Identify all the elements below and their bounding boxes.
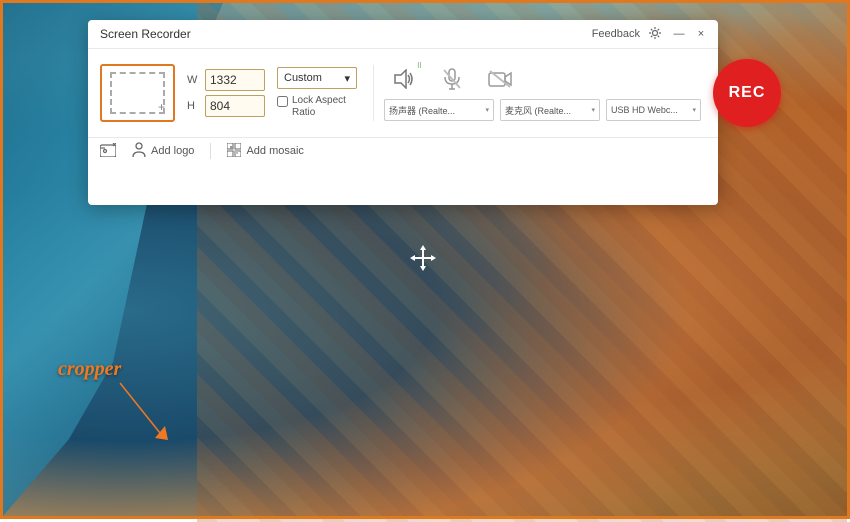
feedback-link[interactable]: Feedback <box>592 28 640 40</box>
screenshot-btn[interactable] <box>100 143 116 160</box>
add-logo-label: Add logo <box>151 145 194 157</box>
dimensions-section: W H <box>187 69 265 117</box>
speaker-active-dots: ⠿ <box>417 63 422 70</box>
title-bar-controls: Feedback — × <box>592 26 708 42</box>
add-mosaic-btn[interactable]: Add mosaic <box>227 143 303 160</box>
mosaic-icon <box>227 143 241 160</box>
width-input[interactable] <box>205 69 265 91</box>
move-cursor-icon <box>410 245 436 271</box>
camera-icon-btn[interactable] <box>486 65 514 93</box>
preset-dropdown-label: Custom <box>284 72 322 84</box>
add-logo-btn[interactable]: Add logo <box>132 142 194 160</box>
mic-dropdown-label: 麦克风 (Realte... <box>505 104 571 117</box>
lock-ratio-label: Lock Aspect Ratio <box>292 95 357 119</box>
dialog-title: Screen Recorder <box>100 27 191 41</box>
lock-ratio-checkbox[interactable] <box>277 96 288 107</box>
dialog-title-bar: Screen Recorder Feedback — × <box>88 20 718 49</box>
rec-button[interactable]: REC <box>713 59 781 127</box>
height-label: H <box>187 100 199 112</box>
av-icons-row: ⠿ <box>382 65 701 93</box>
crop-region-selector[interactable]: + <box>100 64 175 122</box>
speaker-icon-btn[interactable]: ⠿ <box>390 65 418 93</box>
speaker-dropdown-label: 扬声器 (Realte... <box>389 104 455 117</box>
width-label: W <box>187 74 199 86</box>
mic-icon-btn[interactable] <box>438 65 466 93</box>
camera-dropdown-label: USB HD Webc... <box>611 105 678 115</box>
av-dropdowns-row: 扬声器 (Realte... ▾ 麦克风 (Realte... ▾ USB HD… <box>382 99 701 121</box>
cropper-arrow <box>110 378 170 448</box>
height-input[interactable] <box>205 95 265 117</box>
lock-ratio-row: Lock Aspect Ratio <box>277 95 357 119</box>
mic-chevron-icon: ▾ <box>591 106 595 114</box>
screenshot-icon <box>100 143 116 160</box>
mic-dropdown[interactable]: 麦克风 (Realte... ▾ <box>500 99 600 121</box>
preset-section: Custom ▾ Lock Aspect Ratio <box>277 67 357 119</box>
speaker-chevron-icon: ▾ <box>485 106 489 114</box>
minimize-button[interactable]: — <box>672 27 686 41</box>
camera-dropdown[interactable]: USB HD Webc... ▾ <box>606 99 701 121</box>
dialog-content: + W H Custom ▾ Lock Aspect Ratio <box>88 49 718 137</box>
width-row: W <box>187 69 265 91</box>
person-icon <box>132 142 146 160</box>
av-section: ⠿ <box>373 65 701 121</box>
camera-chevron-icon: ▾ <box>692 106 696 114</box>
preset-chevron-icon: ▾ <box>344 72 350 85</box>
settings-icon[interactable] <box>648 26 664 42</box>
bottom-toolbar: Add logo Add mosaic <box>88 137 718 164</box>
add-mosaic-label: Add mosaic <box>246 145 303 157</box>
height-row: H <box>187 95 265 117</box>
crop-inner-dashed: + <box>110 72 165 114</box>
screen-recorder-dialog: Screen Recorder Feedback — × + W <box>88 20 718 205</box>
crop-plus-icon: + <box>158 100 165 114</box>
toolbar-divider <box>210 143 211 159</box>
preset-dropdown[interactable]: Custom ▾ <box>277 67 357 89</box>
speaker-dropdown[interactable]: 扬声器 (Realte... ▾ <box>384 99 494 121</box>
close-button[interactable]: × <box>694 27 708 41</box>
